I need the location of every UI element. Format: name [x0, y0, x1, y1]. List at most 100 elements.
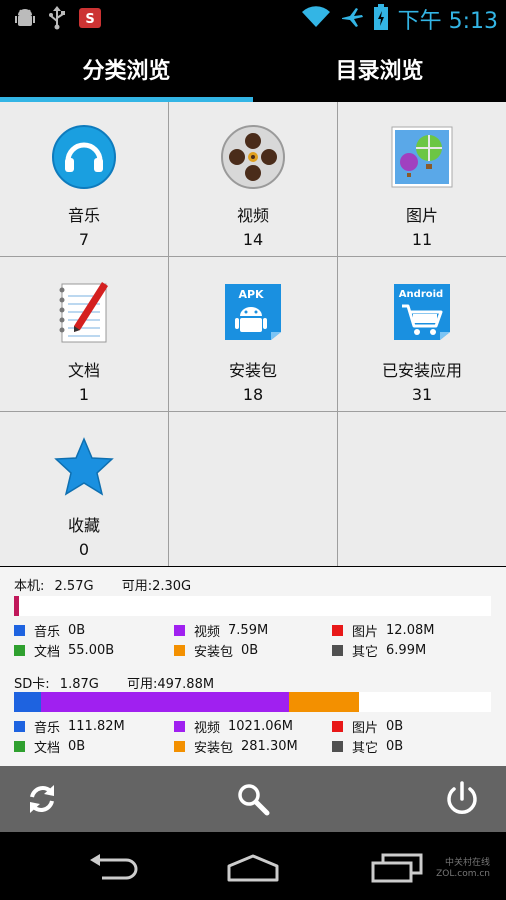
legend-value: 6.99M [386, 642, 427, 658]
category-label: 文档 [67, 361, 100, 380]
refresh-icon[interactable] [22, 779, 62, 819]
sd-apk-segment [289, 692, 359, 712]
sd-storage-header: SD卡: 1.87G 可用:497.88M [14, 673, 214, 692]
legend-item: 视频 1021.06M [174, 717, 293, 736]
legend-item: 其它 0B [332, 737, 403, 756]
legend-swatch [14, 644, 25, 656]
legend-value: 0B [386, 738, 404, 754]
legend-row: 文档 0B 安装包 281.30M 其它 0B [14, 736, 494, 756]
apk-badge: APK [238, 288, 264, 301]
apk-android-icon: APK [220, 279, 286, 345]
sd-storage-bar [14, 692, 491, 712]
usb-icon [48, 6, 66, 34]
legend-name: 文档 [34, 740, 61, 756]
power-icon[interactable] [442, 779, 482, 819]
legend-value: 0B [386, 718, 404, 734]
category-video[interactable]: 视频 14 [169, 102, 337, 256]
legend-value: 0B [68, 738, 86, 754]
svg-text:S: S [85, 12, 94, 27]
category-count: 18 [242, 385, 264, 404]
category-label: 视频 [236, 206, 269, 225]
category-count: 31 [411, 385, 433, 404]
android-badge: Android [399, 289, 443, 300]
legend-value: 0B [68, 622, 86, 638]
category-apk[interactable]: APK 安装包 18 [169, 257, 337, 411]
legend-value: 7.59M [228, 622, 269, 638]
internal-storage-header: 本机: 2.57G 可用:2.30G [14, 575, 191, 594]
legend-name: 视频 [194, 624, 221, 640]
legend-swatch [174, 740, 185, 752]
legend-item: 其它 6.99M [332, 641, 426, 660]
notepad-pencil-icon [51, 279, 117, 345]
category-count: 1 [78, 385, 90, 404]
legend-item: 音乐 111.82M [14, 717, 125, 736]
legend-value: 12.08M [386, 622, 435, 638]
legend-item: 文档 0B [14, 737, 85, 756]
tab-category-browse[interactable]: 分类浏览 [0, 36, 253, 102]
tab-bar: 分类浏览 目录浏览 [0, 36, 506, 102]
category-installed-apps[interactable]: Android 已安装应用 31 [338, 257, 506, 411]
wifi-icon [301, 6, 330, 32]
star-icon [51, 434, 117, 500]
legend-swatch [332, 720, 343, 732]
legend-name: 文档 [34, 644, 61, 660]
category-favorites[interactable]: 收藏 0 [0, 412, 168, 566]
picture-balloons-icon [389, 124, 455, 190]
sd-title: SD卡: [14, 677, 50, 692]
sd-music-segment [14, 692, 41, 712]
internal-free-label: 可用: [121, 579, 153, 594]
legend-name: 视频 [194, 720, 221, 736]
home-icon[interactable] [223, 850, 283, 886]
legend-swatch [174, 624, 185, 636]
legend-swatch [174, 720, 185, 732]
category-label: 音乐 [67, 206, 100, 225]
storage-panel: 本机: 2.57G 可用:2.30G 音乐 0B 视频 7.59M 图片 12.08M 文档… [0, 567, 506, 766]
watermark-line1: 中关村在线 [444, 858, 490, 868]
legend-swatch [14, 740, 25, 752]
search-icon[interactable] [233, 779, 273, 819]
battery-charging-icon [373, 4, 388, 34]
airplane-icon [340, 6, 364, 32]
category-pictures[interactable]: 图片 11 [338, 102, 506, 256]
category-count: 7 [78, 230, 90, 249]
category-documents[interactable]: 文档 1 [0, 257, 168, 411]
category-grid: 音乐 7 视频 14 图片 11 文档 1 APK 安装包 18 Android… [0, 102, 506, 566]
legend-name: 音乐 [34, 720, 61, 736]
watermark-line2: ZOL.com.cn [436, 869, 490, 879]
back-icon[interactable] [82, 850, 142, 886]
internal-used-segment [14, 596, 19, 616]
internal-title: 本机: [14, 579, 45, 594]
legend-name: 图片 [352, 720, 379, 736]
legend-item: 文档 55.00B [14, 641, 114, 660]
bottom-toolbar [0, 766, 506, 832]
legend-swatch [332, 740, 343, 752]
category-count: 14 [242, 230, 264, 249]
tab-directory-browse[interactable]: 目录浏览 [253, 36, 506, 102]
sd-legend: 音乐 111.82M 视频 1021.06M 图片 0B 文档 0B 安装包 281.30M 其它 0… [14, 716, 494, 756]
legend-value: 281.30M [241, 738, 298, 754]
empty-cell [338, 412, 506, 566]
internal-storage-bar [14, 596, 491, 616]
category-count: 0 [78, 540, 90, 559]
internal-legend: 音乐 0B 视频 7.59M 图片 12.08M 文档 55.00B 安装包 0B 其它 6.99M [14, 620, 494, 660]
headphones-icon [51, 124, 117, 190]
legend-item: 视频 7.59M [174, 621, 268, 640]
film-reel-icon [220, 124, 286, 190]
internal-free: 2.30G [152, 579, 192, 594]
system-nav-bar: 中关村在线 ZOL.com.cn [0, 832, 506, 900]
category-label: 图片 [405, 206, 438, 225]
legend-row: 音乐 111.82M 视频 1021.06M 图片 0B [14, 716, 494, 736]
legend-value: 55.00B [68, 642, 115, 658]
category-music[interactable]: 音乐 7 [0, 102, 168, 256]
category-label: 安装包 [228, 361, 277, 380]
category-label: 已安装应用 [381, 361, 462, 380]
legend-row: 音乐 0B 视频 7.59M 图片 12.08M [14, 620, 494, 640]
sd-free-label: 可用: [126, 677, 158, 692]
legend-name: 安装包 [194, 740, 234, 756]
status-clock: 下午 5:13 [397, 9, 498, 34]
internal-total: 2.57G [54, 579, 94, 594]
legend-row: 文档 55.00B 安装包 0B 其它 6.99M [14, 640, 494, 660]
recent-apps-icon[interactable] [367, 850, 427, 886]
legend-swatch [14, 624, 25, 636]
legend-name: 其它 [352, 740, 379, 756]
